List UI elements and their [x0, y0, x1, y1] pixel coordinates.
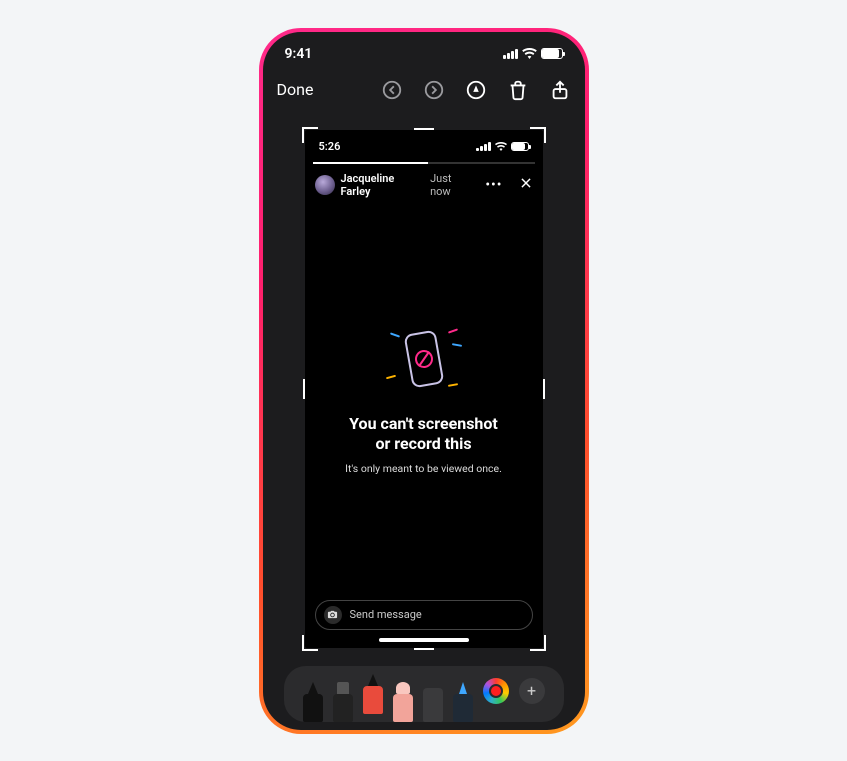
home-indicator — [379, 638, 469, 642]
markup-tool-tray: + — [284, 666, 564, 722]
story-timestamp: Just now — [430, 172, 473, 198]
blocked-subtitle: It's only meant to be viewed once. — [345, 462, 502, 475]
color-picker-button[interactable] — [483, 678, 509, 704]
pen-tool[interactable] — [303, 682, 323, 722]
story-username: Jacqueline Farley — [341, 172, 425, 198]
redo-button[interactable] — [423, 79, 445, 101]
inner-status-time: 5:26 — [319, 140, 341, 153]
outer-status-icons — [503, 48, 563, 59]
cellular-signal-icon — [476, 142, 491, 151]
markup-tip-button[interactable] — [465, 79, 487, 101]
screenshot-image[interactable]: 5:26 Jacqueline Farley Just now — [305, 130, 543, 648]
battery-icon — [541, 48, 563, 59]
camera-icon — [324, 606, 342, 624]
share-button[interactable] — [549, 79, 571, 101]
wifi-icon — [495, 142, 507, 151]
story-close-button — [519, 176, 533, 193]
wifi-icon — [522, 48, 537, 59]
outer-status-time: 9:41 — [285, 46, 313, 62]
eraser-tool[interactable] — [393, 682, 413, 722]
inner-screenshot-content: 5:26 Jacqueline Farley Just now — [305, 130, 543, 648]
inner-status-bar: 5:26 — [305, 130, 543, 158]
story-more-button: ••• — [485, 177, 502, 193]
send-message-placeholder: Send message — [350, 608, 422, 621]
screenshot-blocked-panel: You can't screenshot or record this It's… — [305, 198, 543, 600]
undo-button[interactable] — [381, 79, 403, 101]
marker-tool[interactable] — [333, 682, 353, 722]
trash-button[interactable] — [507, 79, 529, 101]
done-button[interactable]: Done — [277, 80, 314, 99]
avatar — [315, 175, 335, 195]
battery-icon — [511, 142, 529, 151]
send-message-field: Send message — [315, 600, 533, 630]
add-tool-button[interactable]: + — [519, 678, 545, 704]
selected-color-swatch — [489, 684, 503, 698]
blocked-title: You can't screenshot or record this — [349, 414, 498, 454]
ruler-tool[interactable] — [423, 682, 443, 722]
phone-screen: 9:41 Done — [263, 32, 585, 730]
highlighter-tool[interactable] — [453, 682, 473, 722]
markup-canvas[interactable]: 5:26 Jacqueline Farley Just now — [263, 112, 585, 666]
cellular-signal-icon — [503, 49, 518, 59]
phone-frame: 9:41 Done — [259, 28, 589, 734]
blocked-phone-icon — [392, 322, 456, 396]
story-header: Jacqueline Farley Just now ••• — [305, 164, 543, 198]
outer-status-bar: 9:41 — [263, 32, 585, 72]
crop-handle-bottom[interactable] — [414, 648, 434, 650]
story-progress-bar — [313, 162, 535, 164]
markup-toolbar: Done — [263, 72, 585, 112]
pencil-tool[interactable] — [363, 674, 383, 714]
crop-handle-right[interactable] — [543, 379, 545, 399]
